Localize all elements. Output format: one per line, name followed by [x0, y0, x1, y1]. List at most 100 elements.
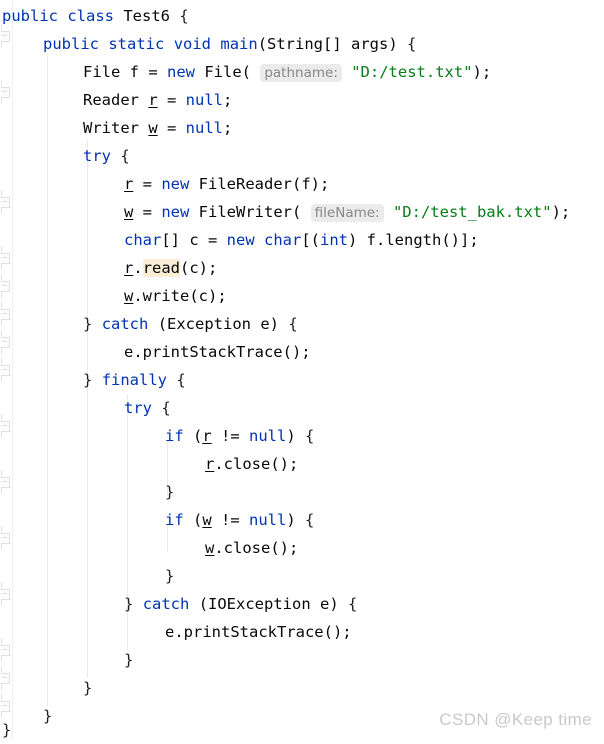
code-line[interactable]: e.printStackTrace(); [0, 618, 352, 646]
brace-token: } [83, 679, 93, 697]
local-variable-token: r [124, 259, 134, 277]
brace-token: } [165, 567, 175, 585]
code-token: ) [286, 511, 306, 529]
keyword-token: if [165, 427, 184, 445]
brace-token: } [83, 315, 93, 333]
code-line[interactable]: } finally { [0, 366, 186, 394]
code-token: .write(c); [133, 287, 227, 305]
keyword-token: null [185, 91, 223, 109]
local-variable-token: w [124, 287, 134, 305]
code-token: (String[] args) [257, 35, 407, 53]
code-line[interactable]: } [0, 716, 11, 744]
keyword-token: class [67, 7, 115, 25]
code-line[interactable]: try { [0, 142, 130, 170]
code-line[interactable]: r = new FileReader(f); [0, 170, 329, 198]
code-token: FileWriter( [189, 203, 302, 221]
keyword-token: new [167, 63, 195, 81]
code-token: ( [183, 511, 203, 529]
code-token: ); [551, 203, 571, 221]
keyword-token: main [220, 35, 258, 53]
code-token: ) f.length()]; [348, 231, 479, 249]
code-surface[interactable]: public class Test6 {public static void m… [0, 0, 604, 739]
keyword-token: catch [101, 315, 149, 333]
code-token: .close(); [214, 539, 299, 557]
keyword-token: public [43, 35, 99, 53]
code-line[interactable]: try { [0, 394, 171, 422]
code-token: = [157, 91, 186, 109]
keyword-token: void [173, 35, 212, 53]
code-token: . [133, 259, 143, 277]
keyword-token: static [108, 35, 165, 53]
keyword-token: new [161, 203, 190, 221]
code-line[interactable]: e.printStackTrace(); [0, 338, 311, 366]
brace-token: } [43, 707, 53, 725]
local-variable-token: r [205, 455, 215, 473]
keyword-token: if [165, 511, 184, 529]
code-token: = [133, 203, 162, 221]
brace-token: { [288, 315, 298, 333]
code-line[interactable]: } [0, 646, 133, 674]
keyword-token: try [83, 147, 111, 165]
code-token: (c); [180, 259, 218, 277]
watermark-label: CSDN @Keep time [439, 710, 592, 729]
brace-token: } [2, 721, 12, 739]
code-token: e.printStackTrace(); [124, 343, 311, 361]
parameter-hint-inlay: fileName: [310, 204, 384, 222]
local-variable-token: r [148, 91, 158, 109]
code-token: Writer [83, 119, 149, 137]
local-variable-token: w [124, 203, 134, 221]
code-editor[interactable]: public class Test6 {public static void m… [0, 0, 604, 739]
code-line[interactable]: r.close(); [0, 450, 298, 478]
code-line[interactable]: } [0, 674, 92, 702]
code-line[interactable]: } [0, 478, 174, 506]
brace-token: } [124, 595, 134, 613]
code-line[interactable]: r.read(c); [0, 254, 217, 282]
keyword-token: char [124, 231, 162, 249]
brace-token: { [176, 371, 186, 389]
string-literal: "D:/test_bak.txt" [392, 203, 552, 221]
code-line[interactable]: char[] c = new char[(int) f.length()]; [0, 226, 479, 254]
code-token: ); [472, 63, 492, 81]
brace-token: } [165, 483, 175, 501]
code-line[interactable]: w.write(c); [0, 282, 227, 310]
brace-token: { [305, 511, 315, 529]
keyword-token: try [124, 399, 152, 417]
local-variable-token: w [205, 539, 215, 557]
code-token: ( [183, 427, 203, 445]
keyword-token: null [185, 119, 223, 137]
code-token: ; [223, 91, 233, 109]
code-line[interactable]: } catch (Exception e) { [0, 310, 298, 338]
code-line[interactable]: w = new FileWriter( fileName: "D:/test_b… [0, 198, 570, 226]
code-token: .close(); [214, 455, 299, 473]
code-line[interactable]: Reader r = null; [0, 86, 232, 114]
code-token: ) [286, 427, 306, 445]
brace-token: } [83, 371, 93, 389]
keyword-token: new [161, 175, 190, 193]
code-line[interactable]: if (w != null) { [0, 506, 314, 534]
brace-token: { [120, 147, 130, 165]
code-line[interactable]: public static void main(String[] args) { [0, 30, 416, 58]
local-variable-token: r [202, 427, 212, 445]
code-line[interactable]: w.close(); [0, 534, 298, 562]
code-line[interactable]: Writer w = null; [0, 114, 232, 142]
code-line[interactable]: } [0, 562, 174, 590]
code-line[interactable]: public class Test6 { [0, 2, 189, 30]
code-line[interactable]: File f = new File( pathname: "D:/test.tx… [0, 58, 491, 86]
code-line[interactable]: if (r != null) { [0, 422, 314, 450]
code-token: ; [223, 119, 233, 137]
brace-token: } [124, 651, 134, 669]
code-token: != [211, 427, 250, 445]
code-line[interactable]: } catch (IOException e) { [0, 590, 357, 618]
code-token: FileReader(f); [189, 175, 330, 193]
code-token: (IOException e) [189, 595, 348, 613]
